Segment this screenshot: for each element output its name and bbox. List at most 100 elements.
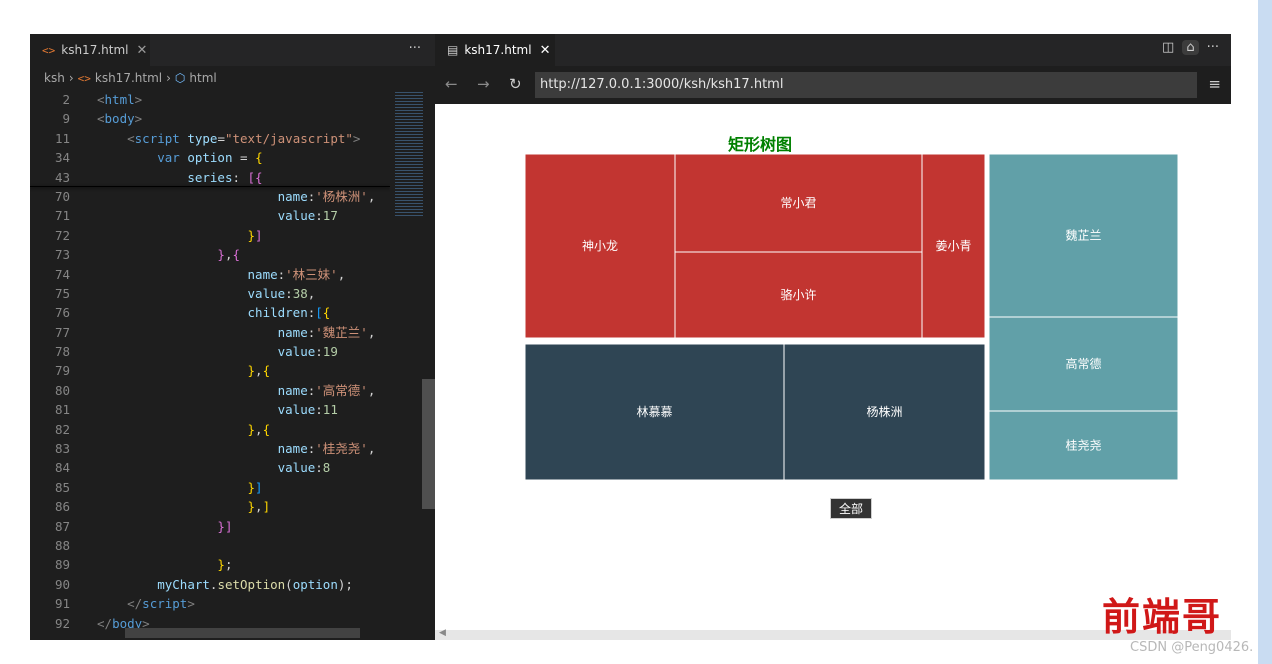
code-text: value:38,	[247, 285, 316, 301]
menu-icon[interactable]: ≡	[1208, 75, 1221, 93]
line-number: 73	[54, 247, 70, 263]
code-text: },{	[247, 363, 271, 379]
code-line[interactable]: 2 <html>	[30, 90, 390, 109]
chevron-right-icon: ›	[166, 71, 171, 85]
code-line[interactable]: 89 };	[30, 555, 390, 574]
code-line[interactable]: 84 value:8	[30, 458, 390, 477]
code-line[interactable]: 80 name:'高常德',	[30, 381, 390, 400]
line-number: 11	[54, 130, 70, 146]
code-line[interactable]: 87 }]	[30, 517, 390, 536]
code-text: },]	[247, 499, 271, 515]
code-text: },{	[247, 421, 271, 437]
code-line[interactable]: 86 },]	[30, 497, 390, 516]
code-line[interactable]: 88	[30, 536, 390, 555]
line-number: 88	[54, 537, 70, 553]
code-text: <script type="text/javascript">	[127, 130, 361, 146]
line-number: 74	[54, 266, 70, 282]
lock-icon[interactable]: ⌂	[1182, 40, 1199, 55]
code-text: name:'桂尧尧',	[277, 441, 376, 457]
code-text: },{	[217, 247, 241, 263]
code-line[interactable]: 70 name:'杨株洲',	[30, 187, 390, 206]
code-text: children:[{	[247, 305, 331, 321]
code-text: <html>	[97, 92, 143, 107]
code-editor: <> ksh17.html ✕ ··· ksh › <> ksh17.html …	[30, 34, 435, 640]
treemap-node-label: 桂尧尧	[1065, 438, 1101, 453]
breadcrumb: ksh › <> ksh17.html › ⬡ html	[44, 71, 217, 85]
code-text: }]	[247, 227, 263, 243]
html-file-icon: <>	[77, 71, 91, 85]
code-line[interactable]: 34 var option = {	[30, 148, 390, 167]
breadcrumb-element[interactable]: html	[189, 71, 216, 85]
line-number: 2	[62, 92, 70, 107]
code-line[interactable]: 75 value:38,	[30, 284, 390, 303]
watermark-credit: CSDN @Peng0426.	[1130, 640, 1254, 655]
symbol-element-icon: ⬡	[174, 71, 186, 85]
close-icon[interactable]: ✕	[136, 43, 147, 58]
code-line[interactable]: 82 },{	[30, 420, 390, 439]
browser-actions: ◫ ⌂ ···	[1162, 40, 1219, 55]
code-line[interactable]: 71 value:17	[30, 206, 390, 225]
code-line[interactable]: 77 name:'魏芷兰',	[30, 323, 390, 342]
scroll-left-icon[interactable]: ◀	[439, 628, 446, 638]
line-number: 43	[54, 169, 70, 185]
code-line[interactable]: 78 value:19	[30, 342, 390, 361]
breadcrumb-folder[interactable]: ksh	[44, 71, 65, 85]
vertical-scrollbar[interactable]	[422, 379, 435, 509]
code-line[interactable]: 79 },{	[30, 361, 390, 380]
split-editor-icon[interactable]: ◫	[1162, 40, 1174, 55]
line-number: 77	[54, 324, 70, 340]
treemap-node-label: 常小君	[780, 196, 816, 210]
code-area[interactable]: 2 <html> 9 <body> 11 <script type="text/java…	[30, 90, 390, 640]
code-text: series: [{	[187, 169, 263, 185]
treemap-breadcrumb-all[interactable]: 全部	[830, 498, 872, 519]
treemap-node-label: 骆小许	[780, 287, 816, 302]
code-line[interactable]: 43 series: [{	[30, 168, 390, 187]
code-text: name:'高常德',	[277, 382, 376, 398]
line-number: 86	[54, 499, 70, 515]
line-number: 87	[54, 518, 70, 534]
more-actions-icon[interactable]: ···	[1207, 40, 1219, 55]
forward-icon[interactable]: →	[477, 75, 490, 93]
more-actions-icon[interactable]: ···	[409, 41, 421, 56]
code-line[interactable]: 11 <script type="text/javascript">	[30, 129, 390, 148]
line-number: 78	[54, 344, 70, 360]
url-input[interactable]: http://127.0.0.1:3000/ksh/ksh17.html	[535, 72, 1197, 98]
code-line[interactable]: 91 </script>	[30, 594, 390, 613]
code-line[interactable]: 73 },{	[30, 245, 390, 264]
browser-preview: ▤ ksh17.html ✕ ◫ ⌂ ··· ← → ↻ http://127.…	[435, 34, 1231, 640]
line-number: 76	[54, 305, 70, 321]
back-icon[interactable]: ←	[445, 75, 458, 93]
line-number: 92	[54, 615, 70, 631]
code-text: name:'杨株洲',	[277, 188, 376, 204]
line-number: 70	[54, 188, 70, 204]
editor-tab[interactable]: <> ksh17.html ✕	[30, 34, 150, 66]
line-number: 71	[54, 208, 70, 224]
code-line[interactable]: 76 children:[{	[30, 303, 390, 322]
code-line[interactable]: 72 }]	[30, 226, 390, 245]
code-line[interactable]: 74 name:'林三妹',	[30, 265, 390, 284]
code-line[interactable]: 85 }]	[30, 478, 390, 497]
horizontal-scrollbar[interactable]	[125, 628, 360, 638]
reload-icon[interactable]: ↻	[509, 75, 522, 93]
line-number: 81	[54, 402, 70, 418]
code-text: myChart.setOption(option);	[157, 576, 353, 592]
code-text: }]	[217, 518, 233, 534]
code-text: var option = {	[157, 150, 263, 166]
page-viewport: 矩形树图 神小龙 常小君 骆小许 姜小青 林慕慕 杨株洲 魏芷兰 高常德 桂尧尧 全部	[435, 104, 1231, 630]
minimap[interactable]	[390, 90, 435, 640]
html-file-icon: <>	[42, 43, 56, 57]
code-text: value:17	[277, 208, 338, 224]
code-line[interactable]: 81 value:11	[30, 400, 390, 419]
breadcrumb-file[interactable]: ksh17.html	[95, 71, 162, 85]
code-line[interactable]: 9 <body>	[30, 109, 390, 128]
chevron-right-icon: ›	[68, 71, 74, 85]
treemap-node-label: 魏芷兰	[1065, 228, 1101, 243]
code-line[interactable]: 90 myChart.setOption(option);	[30, 575, 390, 594]
code-text: name:'魏芷兰',	[277, 324, 376, 340]
browser-tab[interactable]: ▤ ksh17.html ✕	[435, 34, 555, 66]
editor-tab-label: ksh17.html	[61, 43, 129, 57]
code-line[interactable]: 83 name:'桂尧尧',	[30, 439, 390, 458]
browser-tab-label: ksh17.html	[464, 43, 532, 57]
close-icon[interactable]: ✕	[540, 43, 551, 58]
line-number: 34	[54, 150, 70, 166]
